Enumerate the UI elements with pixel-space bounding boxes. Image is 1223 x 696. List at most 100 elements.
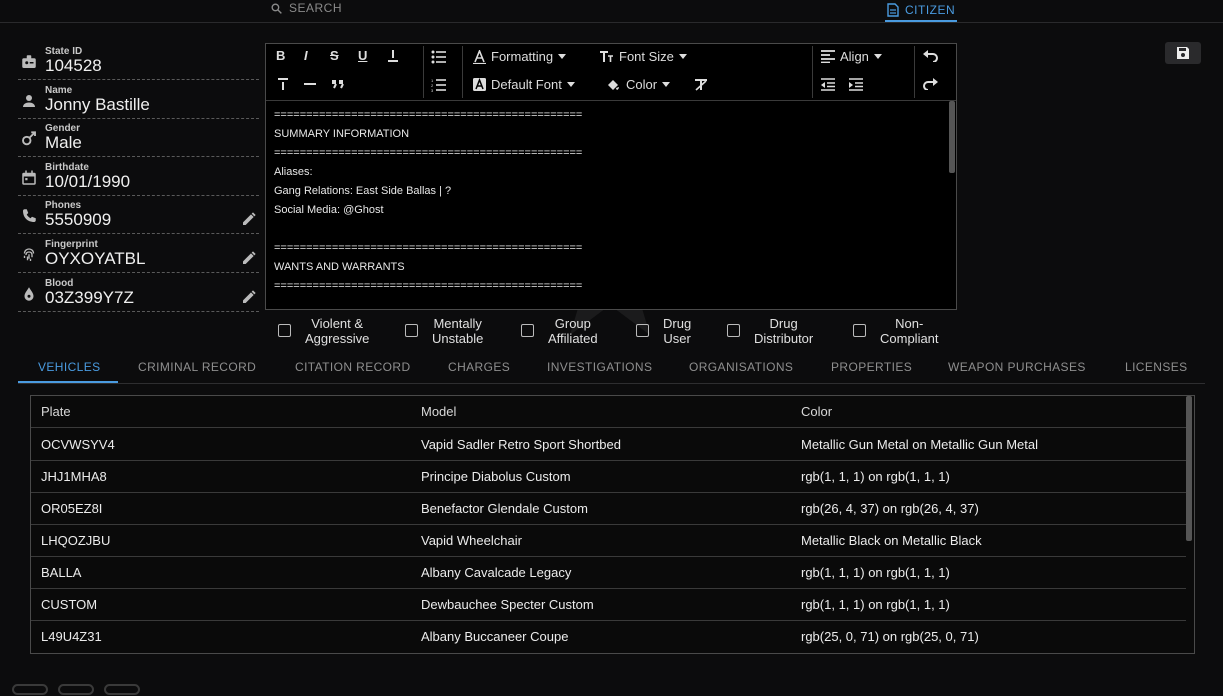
numbered-list-icon[interactable]: 123 <box>431 78 447 92</box>
undo-icon[interactable] <box>923 50 938 62</box>
phone-icon <box>23 209 36 223</box>
tab-citizen[interactable]: CITIZEN <box>885 0 958 22</box>
column-header-plate[interactable]: Plate <box>41 404 71 419</box>
cell-plate: LHQOZJBU <box>41 533 111 548</box>
flag-label: Aggressive <box>305 331 370 346</box>
profile-field-phones: Phones 5550909 <box>18 197 259 235</box>
svg-text:3: 3 <box>431 88 434 92</box>
calendar-icon <box>22 170 36 185</box>
caret-down-icon <box>558 54 567 59</box>
nav-pill[interactable] <box>104 684 140 695</box>
checkbox[interactable] <box>853 324 866 337</box>
nav-pill[interactable] <box>58 684 94 695</box>
table-row[interactable]: OR05EZ8I Benefactor Glendale Custom rgb(… <box>31 493 1186 525</box>
indent-icon[interactable] <box>849 78 863 91</box>
notes-editor[interactable]: B I S U 123 Formatting Font Size Default… <box>265 43 957 310</box>
table-row[interactable]: LHQOZJBU Vapid Wheelchair Metallic Black… <box>31 525 1186 557</box>
table-row[interactable]: CUSTOM Dewbauchee Specter Custom rgb(1, … <box>31 589 1186 621</box>
table-row[interactable]: L49U4Z31 Albany Buccaneer Coupe rgb(25, … <box>31 621 1186 652</box>
underline-button[interactable]: U <box>358 48 367 63</box>
horizontal-rule-icon[interactable] <box>303 78 317 90</box>
search-button[interactable]: SEARCH <box>270 1 342 15</box>
redo-icon[interactable] <box>923 78 938 90</box>
cell-plate: BALLA <box>41 565 82 580</box>
cell-color: Metallic Black on Metallic Black <box>801 533 982 548</box>
profile-field-gender: Gender Male <box>18 120 259 158</box>
checkbox[interactable] <box>636 324 649 337</box>
birthdate-value: 10/01/1990 <box>45 171 131 191</box>
bold-button[interactable]: B <box>276 48 285 63</box>
cell-color: Metallic Gun Metal on Metallic Gun Metal <box>801 437 1038 452</box>
color-label: Color <box>626 77 658 92</box>
flag-label: Mentally <box>433 316 482 331</box>
flag-label: Affiliated <box>548 331 598 346</box>
default-font-dropdown[interactable]: Default Font <box>473 77 575 92</box>
default-font-label: Default Font <box>491 77 562 92</box>
tab-investigations[interactable]: INVESTIGATIONS <box>547 360 652 374</box>
flag-label: Group <box>554 316 591 331</box>
checkbox[interactable] <box>278 324 291 337</box>
tab-charges[interactable]: CHARGES <box>448 360 510 374</box>
edit-fingerprint-pencil-icon[interactable] <box>241 250 257 266</box>
outdent-icon[interactable] <box>821 78 835 91</box>
edit-blood-pencil-icon[interactable] <box>241 289 257 305</box>
tab-organisations[interactable]: ORGANISATIONS <box>689 360 793 374</box>
cell-plate: OR05EZ8I <box>41 501 103 516</box>
table-row[interactable]: JHJ1MHA8 Principe Diabolus Custom rgb(1,… <box>31 461 1186 493</box>
formatting-dropdown[interactable]: Formatting <box>473 49 567 64</box>
flag-drug-distributor[interactable]: Drug Distributor <box>727 316 813 346</box>
edit-phones-pencil-icon[interactable] <box>241 211 257 227</box>
table-row[interactable]: BALLA Albany Cavalcade Legacy rgb(1, 1, … <box>31 557 1186 589</box>
superscript-icon[interactable] <box>276 77 290 91</box>
profile-field-state-id: State ID 104528 <box>18 43 259 80</box>
cell-color: rgb(1, 1, 1) on rgb(1, 1, 1) <box>801 597 950 612</box>
clear-format-icon[interactable] <box>694 78 708 91</box>
citizen-profile: State ID 104528 Name Jonny Bastille Gend… <box>18 43 259 313</box>
cell-plate: OCVWSYV4 <box>41 437 115 452</box>
subscript-icon[interactable] <box>386 49 400 63</box>
flag-non-compliant[interactable]: Non- Compliant <box>853 316 939 346</box>
align-dropdown[interactable]: Align <box>821 49 882 64</box>
editor-scrollbar[interactable] <box>949 101 955 173</box>
table-scrollbar[interactable] <box>1186 396 1192 541</box>
flag-violent-aggressive[interactable]: Violent & Aggressive <box>278 316 369 346</box>
tab-criminal-record[interactable]: CRIMINAL RECORD <box>138 360 256 374</box>
save-button[interactable] <box>1165 42 1201 64</box>
strikethrough-button[interactable]: S <box>330 48 339 63</box>
italic-button[interactable]: I <box>304 48 308 63</box>
font-size-dropdown[interactable]: Font Size <box>599 49 687 64</box>
quote-icon[interactable] <box>331 78 345 90</box>
tab-licenses[interactable]: LICENSES <box>1125 360 1188 374</box>
flag-label: Compliant <box>880 331 939 346</box>
flag-label: Drug <box>769 316 798 331</box>
content-line: Social Media: @Ghost <box>274 204 384 216</box>
active-tab-indicator <box>18 381 118 383</box>
column-header-model[interactable]: Model <box>421 404 456 419</box>
nav-pill[interactable] <box>12 684 48 695</box>
color-dropdown[interactable]: Color <box>606 77 671 92</box>
profile-field-name: Name Jonny Bastille <box>18 82 259 119</box>
content-line: SUMMARY INFORMATION <box>274 128 410 140</box>
fingerprint-icon <box>23 248 35 261</box>
table-header: Plate Model Color <box>31 396 1186 428</box>
font-family-icon <box>473 78 486 91</box>
caret-down-icon <box>873 54 882 59</box>
checkbox[interactable] <box>521 324 534 337</box>
flag-mentally-unstable[interactable]: Mentally Unstable <box>405 316 483 346</box>
content-line: WANTS AND WARRANTS <box>274 261 405 273</box>
tab-weapon-purchases[interactable]: WEAPON PURCHASES <box>948 360 1086 374</box>
editor-content[interactable]: ========================================… <box>274 106 944 296</box>
cell-color: rgb(25, 0, 71) on rgb(25, 0, 71) <box>801 629 979 644</box>
column-header-color[interactable]: Color <box>801 404 832 419</box>
table-row[interactable]: OCVWSYV4 Vapid Sadler Retro Sport Shortb… <box>31 429 1186 461</box>
flag-group-affiliated[interactable]: Group Affiliated <box>521 316 598 346</box>
tab-vehicles[interactable]: VEHICLES <box>38 360 101 374</box>
checkbox[interactable] <box>405 324 418 337</box>
checkbox[interactable] <box>727 324 740 337</box>
content-line: ========================================… <box>274 242 583 254</box>
tab-properties[interactable]: PROPERTIES <box>831 360 912 374</box>
tab-citation-record[interactable]: CITATION RECORD <box>295 360 411 374</box>
flag-drug-user[interactable]: Drug User <box>636 316 691 346</box>
bulleted-list-icon[interactable] <box>431 50 447 64</box>
vehicles-table: Plate Model Color OCVWSYV4 Vapid Sadler … <box>30 395 1195 654</box>
